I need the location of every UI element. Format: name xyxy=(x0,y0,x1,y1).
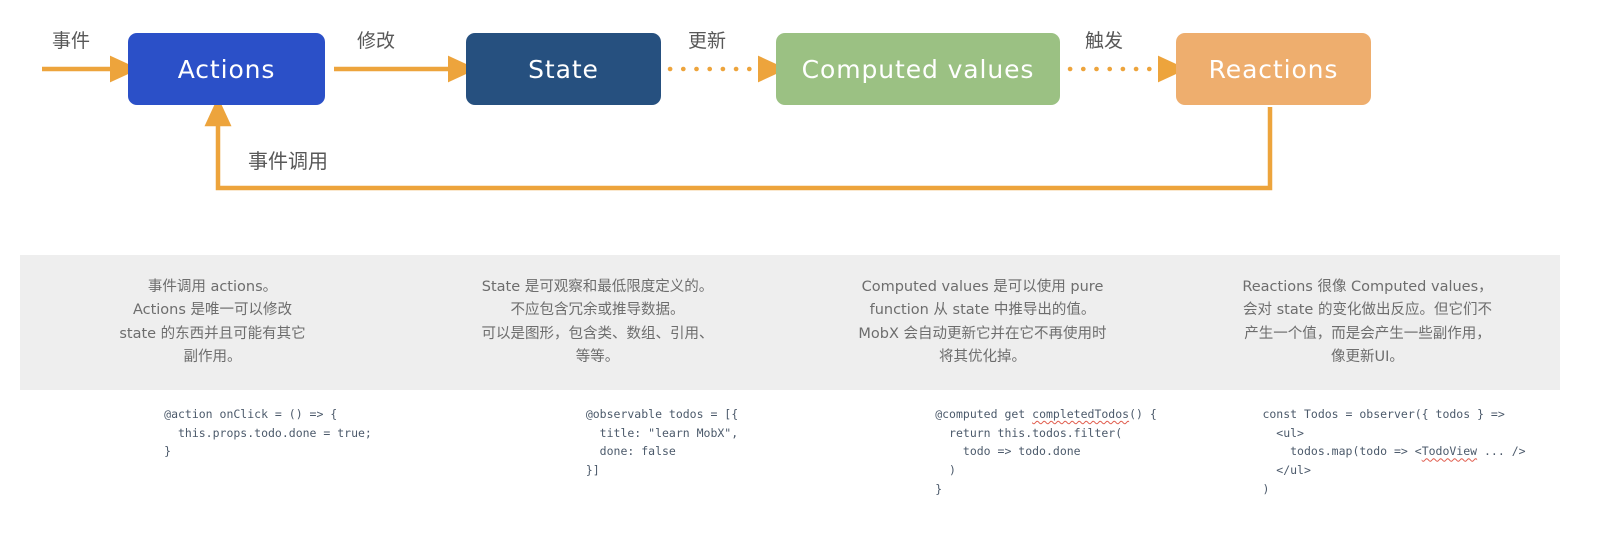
description-panel: 事件调用 actions。 Actions 是唯一可以修改 state 的东西并… xyxy=(20,255,1560,390)
edge-label-trigger: 触发 xyxy=(1085,30,1124,52)
node-actions-label: Actions xyxy=(177,54,276,84)
description-column-reactions: Reactions 很像 Computed values， 会对 state 的… xyxy=(1175,255,1560,390)
description-column-computed: Computed values 是可以使用 pure function 从 st… xyxy=(790,255,1175,390)
node-state[interactable]: State xyxy=(466,33,661,105)
edge-label-update: 更新 xyxy=(688,30,727,52)
edge-label-modify: 修改 xyxy=(357,30,396,52)
arrow-callback-loop xyxy=(204,97,1273,191)
node-reactions[interactable]: Reactions xyxy=(1176,33,1371,105)
node-computed-values-label: Computed values xyxy=(801,54,1035,84)
description-actions: 事件调用 actions。 Actions 是唯一可以修改 state 的东西并… xyxy=(119,278,306,365)
description-column-actions: 事件调用 actions。 Actions 是唯一可以修改 state 的东西并… xyxy=(20,255,405,390)
code-sample-row: @action onClick = () => { this.props.tod… xyxy=(20,405,1560,515)
code-state: @observable todos = [{ title: "learn Mob… xyxy=(585,407,739,477)
code-cell-state: @observable todos = [{ title: "learn Mob… xyxy=(434,405,828,515)
description-state: State 是可观察和最低限度定义的。 不应包含冗余或推导数据。 可以是图形，包… xyxy=(481,278,714,365)
code-reactions: const Todos = observer({ todos } => <ul>… xyxy=(1262,407,1526,496)
code-cell-reactions: const Todos = observer({ todos } => <ul>… xyxy=(1212,405,1560,515)
flow-diagram: Actions State Computed values Reactions … xyxy=(0,0,1624,230)
code-actions: @action onClick = () => { this.props.tod… xyxy=(164,407,372,459)
edge-label-event: 事件 xyxy=(52,30,91,52)
node-reactions-label: Reactions xyxy=(1208,54,1339,84)
description-column-state: State 是可观察和最低限度定义的。 不应包含冗余或推导数据。 可以是图形，包… xyxy=(405,255,790,390)
code-computed-values: @computed get completedTodos() { return … xyxy=(935,407,1157,496)
edge-label-callback: 事件调用 xyxy=(248,149,328,173)
description-computed-values: Computed values 是可以使用 pure function 从 st… xyxy=(858,278,1107,365)
code-cell-computed: @computed get completedTodos() { return … xyxy=(828,405,1212,515)
description-reactions: Reactions 很像 Computed values， 会对 state 的… xyxy=(1242,278,1493,365)
node-computed-values[interactable]: Computed values xyxy=(776,33,1060,105)
node-state-label: State xyxy=(528,54,599,84)
node-actions[interactable]: Actions xyxy=(128,33,325,105)
diagram-canvas: Actions State Computed values Reactions … xyxy=(0,0,1624,550)
code-cell-actions: @action onClick = () => { this.props.tod… xyxy=(20,405,434,515)
